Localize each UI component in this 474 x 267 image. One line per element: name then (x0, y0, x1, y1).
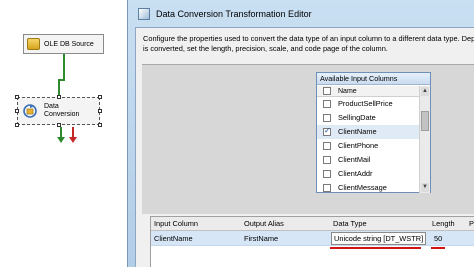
selection-handle[interactable] (15, 95, 19, 99)
editor-description: Configure the properties used to convert… (143, 34, 474, 54)
name-column-header: Name (338, 88, 357, 95)
column-checkbox-checked[interactable] (323, 126, 331, 136)
list-item[interactable]: ClientMessage (317, 181, 420, 193)
length-highlight-underline (431, 247, 445, 249)
description-line-2: is converted, set the length, precision,… (143, 44, 388, 53)
data-conversion-label-line2: Conversion (44, 111, 80, 118)
list-item[interactable]: ProductSellPrice (317, 97, 420, 111)
data-conversion-icon (22, 103, 38, 119)
select-all-checkbox[interactable] (323, 87, 331, 95)
column-checkbox[interactable] (323, 100, 331, 108)
grid-header: Input Column Output Alias Data Type Leng… (151, 217, 474, 231)
column-checkbox[interactable] (323, 142, 331, 150)
list-item[interactable]: SellingDate (317, 111, 420, 125)
cell-output-alias[interactable]: FirstName (244, 231, 278, 246)
column-name: ClientMail (338, 155, 371, 164)
header-length: Length (432, 219, 455, 228)
conversion-grid: Input Column Output Alias Data Type Leng… (150, 216, 474, 267)
column-name: ProductSellPrice (338, 99, 393, 108)
error-arrow-head-icon (69, 137, 77, 143)
data-conversion-component[interactable]: Data Conversion (17, 97, 100, 125)
data-type-dropdown[interactable]: Unicode string [DT_WSTR] (331, 232, 427, 245)
scroll-up-icon[interactable]: ▲ (421, 87, 429, 96)
selection-handle[interactable] (98, 123, 102, 127)
available-input-columns-title[interactable]: Available Input Columns (317, 73, 430, 85)
cell-input-column[interactable]: ClientName (154, 231, 193, 246)
window-title: Data Conversion Transformation Editor (156, 8, 312, 19)
header-precision: P (469, 219, 474, 228)
list-item[interactable]: ClientMail (317, 153, 420, 167)
column-name: SellingDate (338, 113, 376, 122)
header-output-alias: Output Alias (244, 219, 284, 228)
cell-length[interactable]: 50 (434, 231, 442, 246)
window-titlebar[interactable]: Data Conversion Transformation Editor (128, 0, 474, 27)
column-checkbox[interactable] (323, 184, 331, 192)
column-checkbox[interactable] (323, 170, 331, 178)
ole-db-source-label: OLE DB Source (44, 40, 94, 48)
header-input-column: Input Column (154, 219, 198, 228)
column-checkbox[interactable] (323, 114, 331, 122)
data-flow-canvas: OLE DB Source Data Conversion (0, 0, 127, 267)
selection-handle[interactable] (15, 109, 19, 113)
available-columns-list: Name ProductSellPrice SellingDate Client… (317, 86, 420, 193)
table-row[interactable]: ClientName FirstName Unicode string [DT_… (151, 231, 474, 246)
list-item[interactable]: ClientAddr (317, 167, 420, 181)
scroll-down-icon[interactable]: ▼ (421, 183, 429, 192)
selection-handle[interactable] (57, 95, 61, 99)
list-item[interactable]: ClientPhone (317, 139, 420, 153)
list-item[interactable]: ClientName (317, 125, 420, 139)
column-name: ClientPhone (338, 141, 379, 150)
data-type-highlight-underline (330, 247, 421, 249)
selection-handle[interactable] (15, 123, 19, 127)
available-columns-header: Name (317, 86, 420, 97)
window-app-icon (138, 7, 150, 20)
ole-db-source-icon (27, 38, 40, 50)
column-name: ClientAddr (338, 169, 373, 178)
header-data-type: Data Type (333, 219, 367, 228)
ole-db-source-component[interactable]: OLE DB Source (23, 34, 104, 54)
data-conversion-label-line1: Data (44, 103, 59, 110)
scrollbar-thumb[interactable] (421, 111, 429, 131)
data-conversion-label: Data Conversion (38, 103, 79, 119)
available-columns-scrollbar[interactable]: ▲ ▼ (419, 86, 430, 193)
column-checkbox[interactable] (323, 156, 331, 164)
success-arrow-head-icon (57, 137, 65, 143)
available-input-columns-panel: Available Input Columns Name ProductSell… (316, 72, 431, 193)
column-name: ClientMessage (338, 183, 387, 192)
editor-window: Data Conversion Transformation Editor Co… (127, 0, 474, 267)
selection-handle[interactable] (98, 109, 102, 113)
column-name: ClientName (338, 127, 377, 136)
editor-client-area: Configure the properties used to convert… (135, 27, 474, 267)
data-path-line[interactable] (63, 54, 65, 80)
selection-handle[interactable] (98, 95, 102, 99)
description-line-1: Configure the properties used to convert… (143, 34, 474, 43)
